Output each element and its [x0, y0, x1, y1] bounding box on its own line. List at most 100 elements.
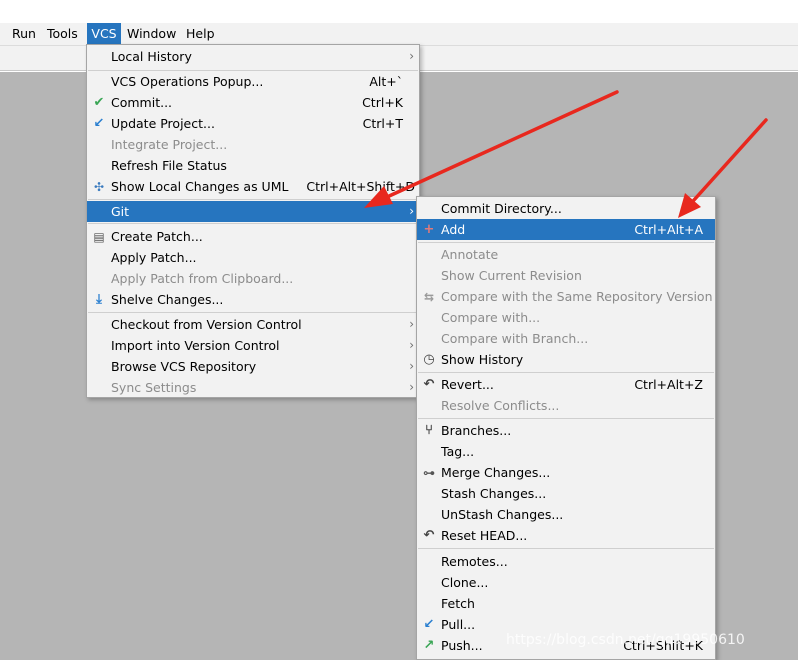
menu-item-label: UnStash Changes... [441, 507, 564, 522]
shelve-icon: ⤓ [96, 292, 102, 307]
menu-separator [418, 418, 714, 419]
menu-separator [88, 223, 418, 224]
menu-item-label: Annotate [441, 247, 499, 262]
menu-item-label: Update Project... [111, 116, 215, 131]
menu-item-integrate-project[interactable]: Integrate Project... [87, 134, 419, 155]
menu-run[interactable]: Run [8, 23, 40, 45]
menu-item-sync-settings[interactable]: Sync Settings › [87, 377, 419, 398]
menu-item-remotes[interactable]: Remotes... [417, 551, 715, 572]
menu-item-show-history[interactable]: ◷ Show History [417, 349, 715, 370]
menu-item-checkout-vcs[interactable]: Checkout from Version Control › [87, 314, 419, 335]
menu-separator [88, 199, 418, 200]
shortcut-label: Alt+` [369, 74, 403, 89]
menu-item-add[interactable]: + Add Ctrl+Alt+A [417, 219, 715, 240]
menu-item-resolve-conflicts[interactable]: Resolve Conflicts... [417, 395, 715, 416]
submenu-arrow-icon: › [409, 204, 414, 218]
reset-icon: ↶ [423, 528, 435, 543]
menu-help[interactable]: Help [182, 23, 219, 45]
push-arrow-icon: ↗ [423, 638, 435, 653]
menu-item-label: Git [111, 204, 130, 219]
menu-item-label: Apply Patch from Clipboard... [111, 271, 294, 286]
menu-item-branches[interactable]: ⑂ Branches... [417, 420, 715, 441]
menu-item-compare-with[interactable]: Compare with... [417, 307, 715, 328]
menu-item-label: Commit Directory... [441, 201, 562, 216]
menu-item-label: Checkout from Version Control [111, 317, 302, 332]
menu-item-label: Apply Patch... [111, 250, 197, 265]
menu-item-label: Merge Changes... [441, 465, 551, 480]
menu-item-label: VCS Operations Popup... [111, 74, 264, 89]
menu-item-label: Remotes... [441, 554, 508, 569]
menu-item-fetch[interactable]: Fetch [417, 593, 715, 614]
menu-item-show-local-changes-uml[interactable]: ✣ Show Local Changes as UML Ctrl+Alt+Shi… [87, 176, 419, 197]
menu-tools[interactable]: Tools [43, 23, 82, 45]
menu-item-label: Branches... [441, 423, 512, 438]
menu-item-label: Tag... [441, 444, 475, 459]
menu-item-label: Sync Settings [111, 380, 197, 395]
pull-arrow-icon: ↙ [423, 617, 435, 632]
menu-item-label: Resolve Conflicts... [441, 398, 560, 413]
submenu-arrow-icon: › [409, 49, 414, 63]
vcs-dropdown-menu: Local History › VCS Operations Popup... … [86, 44, 420, 398]
patch-icon: ▤ [93, 230, 105, 244]
menu-item-label: Shelve Changes... [111, 292, 224, 307]
watermark-text: https://blog.csdn.net/qq19950610 [506, 632, 745, 648]
top-blank-area [0, 0, 798, 23]
uml-icon: ✣ [93, 180, 105, 194]
menu-item-label: Local History [111, 49, 192, 64]
shortcut-label: Ctrl+K [362, 95, 403, 110]
menu-item-apply-patch[interactable]: Apply Patch... [87, 247, 419, 268]
menu-item-label: Add [441, 222, 466, 237]
shortcut-label: Ctrl+Alt+Shift+D [306, 179, 415, 194]
menu-item-commit[interactable]: ✔ Commit... Ctrl+K [87, 92, 419, 113]
menu-item-shelve-changes[interactable]: ⤓ Shelve Changes... [87, 289, 419, 310]
plus-icon: + [423, 222, 435, 237]
menu-item-unstash-changes[interactable]: UnStash Changes... [417, 504, 715, 525]
menu-item-merge-changes[interactable]: ⊶ Merge Changes... [417, 462, 715, 483]
menu-item-reset-head[interactable]: ↶ Reset HEAD... [417, 525, 715, 546]
menu-window[interactable]: Window [123, 23, 180, 45]
submenu-arrow-icon: › [409, 338, 414, 352]
menu-bar: Run Tools VCS Window Help [0, 23, 798, 45]
menu-item-label: Show History [441, 352, 524, 367]
menu-item-browse-vcs-repository[interactable]: Browse VCS Repository › [87, 356, 419, 377]
menu-item-label: Pull... [441, 617, 476, 632]
menu-item-vcs-operations-popup[interactable]: VCS Operations Popup... Alt+` [87, 71, 419, 92]
menu-item-create-patch[interactable]: ▤ Create Patch... [87, 226, 419, 247]
menu-item-stash-changes[interactable]: Stash Changes... [417, 483, 715, 504]
menu-item-update-project[interactable]: ↙ Update Project... Ctrl+T [87, 113, 419, 134]
menu-item-compare-with-branch[interactable]: Compare with Branch... [417, 328, 715, 349]
menu-item-git[interactable]: Git › [87, 201, 419, 222]
menu-item-apply-patch-clipboard[interactable]: Apply Patch from Clipboard... [87, 268, 419, 289]
menu-item-local-history[interactable]: Local History › [87, 46, 419, 67]
shortcut-label: Ctrl+Alt+A [634, 222, 703, 237]
menu-item-annotate[interactable]: Annotate [417, 244, 715, 265]
menu-item-label: Create Patch... [111, 229, 203, 244]
menu-item-label: Browse VCS Repository [111, 359, 257, 374]
menu-item-commit-directory[interactable]: Commit Directory... [417, 198, 715, 219]
menu-item-label: Push... [441, 638, 483, 653]
menu-item-import-vcs[interactable]: Import into Version Control › [87, 335, 419, 356]
menu-item-show-current-revision[interactable]: Show Current Revision [417, 265, 715, 286]
menu-item-revert[interactable]: ↶ Revert... Ctrl+Alt+Z [417, 374, 715, 395]
menu-item-clone[interactable]: Clone... [417, 572, 715, 593]
check-icon: ✔ [93, 95, 105, 110]
menu-item-label: Integrate Project... [111, 137, 228, 152]
menu-item-tag[interactable]: Tag... [417, 441, 715, 462]
menu-item-label: Compare with... [441, 310, 541, 325]
menu-item-compare-same-repo-version[interactable]: ⇆ Compare with the Same Repository Versi… [417, 286, 715, 307]
git-submenu: Commit Directory... + Add Ctrl+Alt+A Ann… [416, 196, 716, 660]
menu-item-refresh-file-status[interactable]: Refresh File Status [87, 155, 419, 176]
merge-icon: ⊶ [423, 466, 435, 480]
menu-item-label: Refresh File Status [111, 158, 227, 173]
branch-icon: ⑂ [425, 423, 433, 438]
compare-icon: ⇆ [423, 290, 435, 304]
menu-item-label: Revert... [441, 377, 494, 392]
menu-vcs[interactable]: VCS [87, 23, 121, 45]
menu-item-label: Reset HEAD... [441, 528, 528, 543]
menu-separator [418, 242, 714, 243]
menu-item-label: Compare with the Same Repository Version [441, 289, 713, 304]
menu-item-label: Clone... [441, 575, 489, 590]
menu-separator [88, 312, 418, 313]
menu-item-label: Compare with Branch... [441, 331, 589, 346]
update-arrow-icon: ↙ [93, 116, 105, 131]
